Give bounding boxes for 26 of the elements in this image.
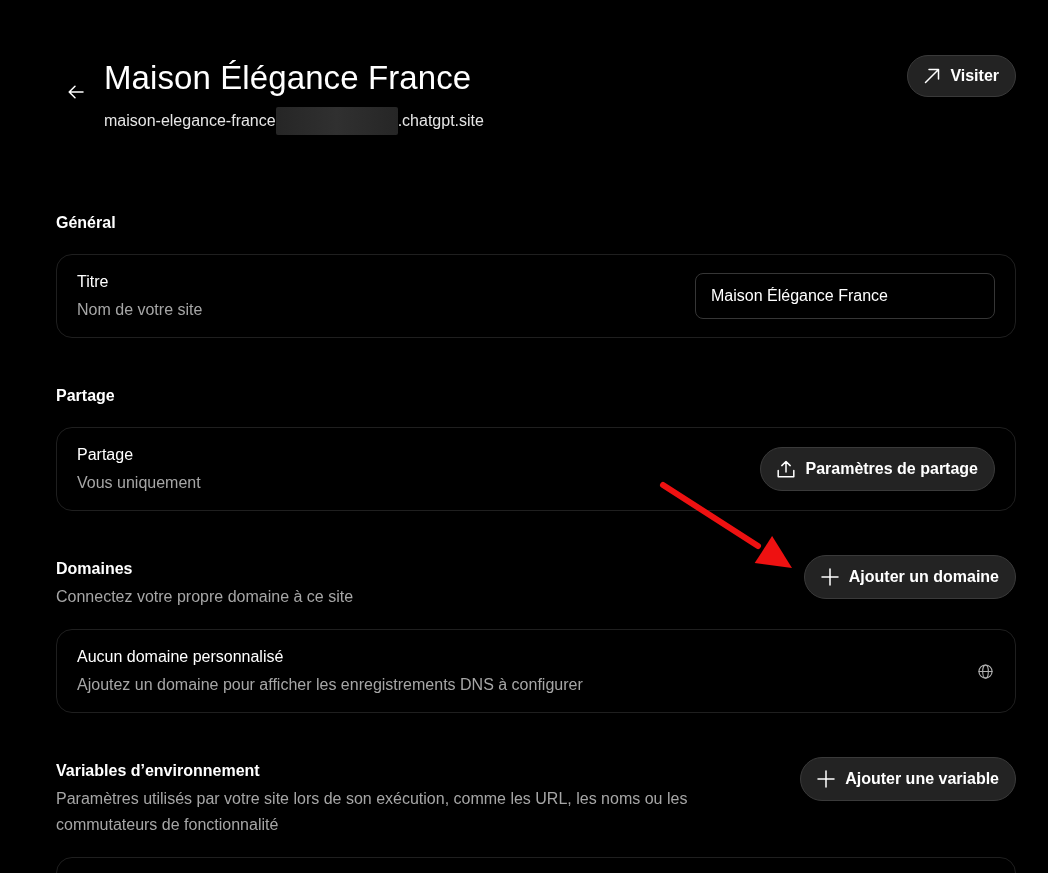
section-heading: Partage: [56, 386, 115, 406]
globe-icon: [978, 663, 993, 679]
section-heading: Variables d’environnement: [56, 761, 261, 781]
text-field[interactable]: Maison Élégance France: [695, 273, 995, 319]
add-button[interactable]: Ajouter une variable: [800, 757, 1016, 801]
setting-description: Nom de votre site: [77, 300, 203, 320]
section-heading: Général: [56, 213, 116, 233]
back-arrow-icon[interactable]: [68, 85, 84, 99]
add-button[interactable]: Ajouter un domaine: [803, 555, 1016, 599]
setting-label: Titre: [77, 272, 110, 292]
site-address: maison-elegance-france: [104, 111, 276, 131]
upload-icon: [777, 460, 796, 478]
section-description: Paramètres utilisés par votre site lors de son exécution, comme les URL, les noms ou les commutateurs de fonctionnalité: [56, 789, 689, 835]
setting-label: Aucun domaine personnalisé: [77, 647, 285, 667]
external-link-icon: [924, 68, 941, 84]
section-heading: Domaines: [56, 559, 134, 579]
section-description: Connectez votre propre domaine à ce site: [56, 587, 354, 607]
plus-icon: [820, 568, 839, 586]
share-settings-button[interactable]: Paramètres de partage: [760, 447, 995, 491]
setting-description: Ajoutez un domaine pour afficher les enregistrements DNS à configurer: [77, 675, 583, 695]
page-title: Maison Élégance France: [104, 58, 472, 98]
site-address: .chatgpt.site: [397, 111, 484, 131]
setting-description: Vous uniquement: [77, 473, 201, 493]
setting-label: Partage: [77, 445, 135, 465]
visit-button[interactable]: Visiter: [907, 55, 1016, 97]
plus-icon: [817, 770, 836, 788]
